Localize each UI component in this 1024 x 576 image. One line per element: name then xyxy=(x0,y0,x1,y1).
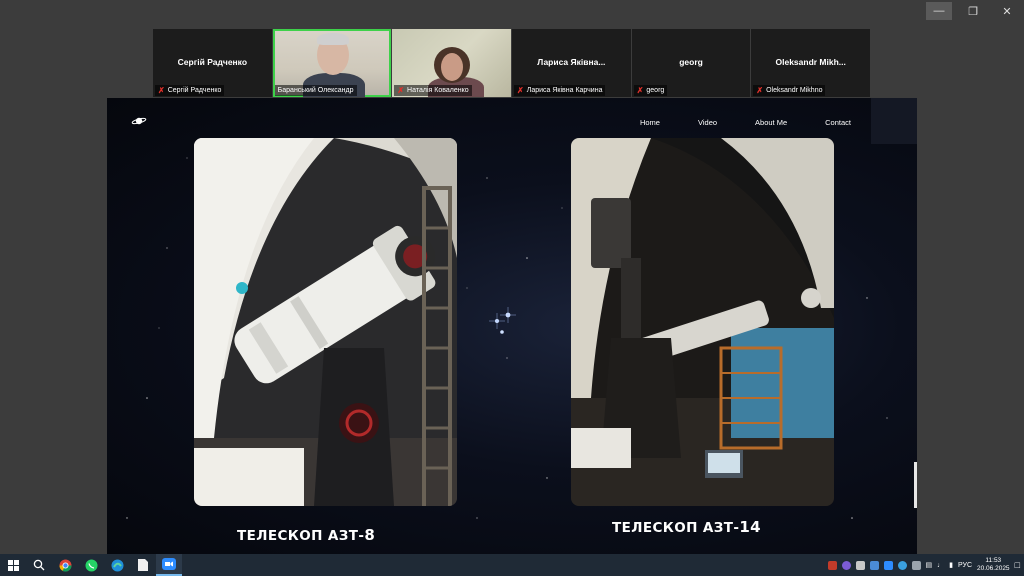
participant-caption: Баранський Олександр xyxy=(274,85,357,96)
telescope-azt14-photo xyxy=(571,138,834,506)
participant-caption-text: Баранський Олександр xyxy=(277,87,354,94)
telegram-icon[interactable] xyxy=(897,560,907,570)
clock[interactable]: 11:53 20.06.2025 xyxy=(977,557,1010,573)
nav-contact[interactable]: Contact xyxy=(825,118,851,127)
participant-tile[interactable]: Oleksandr Mikh... ✗ Oleksandr Mikhno xyxy=(751,29,871,97)
network-icon[interactable]: ▤ xyxy=(926,561,933,569)
tray-app-icon[interactable] xyxy=(869,560,879,570)
zoom-tray-icon[interactable] xyxy=(883,560,893,570)
participant-strip: Сергій Радченко ✗ Сергій Радченко Баранс… xyxy=(153,29,871,97)
participant-name: Oleksandr Mikh... xyxy=(775,57,846,67)
file-icon[interactable] xyxy=(130,554,156,576)
tray-app-icon[interactable] xyxy=(827,560,837,570)
shared-screen: Home Video About Me Contact ТЕЛЕСКОП АЗТ… xyxy=(107,98,917,554)
participant-tile[interactable]: georg ✗ georg xyxy=(631,29,751,97)
restore-icon[interactable]: ❐ xyxy=(956,0,990,22)
nav-video[interactable]: Video xyxy=(698,118,717,127)
participant-tile[interactable]: Лариса Яківна... ✗ Лариса Яківна Карчина xyxy=(512,29,631,97)
tray-app-icon[interactable] xyxy=(911,560,921,570)
participant-tile-active[interactable]: Баранський Олександр xyxy=(272,29,392,97)
viber-icon[interactable] xyxy=(841,560,851,570)
participant-caption: ✗ Oleksandr Mikhno xyxy=(753,85,826,96)
windows-taskbar: ▤ ♩ ▮ РУС 11:53 20.06.2025 □ xyxy=(0,554,1024,576)
site-nav: Home Video About Me Contact xyxy=(640,118,851,127)
minimize-icon[interactable]: — xyxy=(926,2,952,20)
participant-caption-text: Наталія Коваленко xyxy=(407,87,469,94)
caption-prefix: ТЕЛЕСКОП АЗТ- xyxy=(612,520,740,536)
participant-name: georg xyxy=(679,57,703,67)
volume-icon[interactable]: ♩ xyxy=(937,562,944,569)
participant-caption: ✗ Сергій Радченко xyxy=(155,85,225,96)
language-indicator[interactable]: РУС xyxy=(958,562,972,569)
participant-caption: ✗ Наталія Коваленко xyxy=(394,85,472,96)
edge-icon[interactable] xyxy=(104,554,130,576)
caption-number: 8 xyxy=(364,526,376,544)
mic-muted-icon: ✗ xyxy=(517,86,524,95)
participant-caption: ✗ georg xyxy=(633,85,668,96)
mic-muted-icon: ✗ xyxy=(397,86,405,95)
participant-caption-text: Лариса Яківна Карчина xyxy=(526,87,603,94)
mic-muted-icon: ✗ xyxy=(636,86,644,95)
participant-caption-text: Сергій Радченко xyxy=(167,87,222,94)
participant-name: Лариса Яківна... xyxy=(537,57,606,67)
telescope-azt8-photo xyxy=(194,138,457,506)
saturn-logo-icon[interactable] xyxy=(131,115,147,127)
search-icon[interactable] xyxy=(26,554,52,576)
clock-date: 20.06.2025 xyxy=(977,565,1010,572)
window-controls: — ❐ ✕ xyxy=(922,0,1024,22)
clock-time: 11:53 xyxy=(985,557,1002,564)
caption-number: 14 xyxy=(739,518,762,536)
tray-app-icon[interactable] xyxy=(855,560,865,570)
chrome-icon[interactable] xyxy=(52,554,78,576)
participant-caption-text: georg xyxy=(646,87,665,94)
nav-home[interactable]: Home xyxy=(640,118,660,127)
start-windows-icon[interactable] xyxy=(0,554,26,576)
telescope-azt8-caption: ТЕЛЕСКОП АЗТ-8 xyxy=(237,526,375,544)
notification-icon[interactable]: □ xyxy=(1015,560,1020,570)
battery-icon[interactable]: ▮ xyxy=(949,561,953,569)
participant-tile[interactable]: ✗ Наталія Коваленко xyxy=(392,29,512,97)
participant-caption-text: Oleksandr Mikhno xyxy=(766,87,823,94)
caption-prefix: ТЕЛЕСКОП АЗТ- xyxy=(237,528,365,544)
page-scrollbar[interactable] xyxy=(914,462,917,508)
close-icon[interactable]: ✕ xyxy=(990,0,1024,22)
page-edge xyxy=(871,98,917,144)
participant-caption: ✗ Лариса Яківна Карчина xyxy=(514,85,606,96)
whatsapp-icon[interactable] xyxy=(78,554,104,576)
mic-muted-icon: ✗ xyxy=(756,86,764,95)
mic-muted-icon: ✗ xyxy=(158,86,165,95)
telescope-azt14-caption: ТЕЛЕСКОП АЗТ-14 xyxy=(612,518,761,536)
nav-about-me[interactable]: About Me xyxy=(755,118,787,127)
participant-tile[interactable]: Сергій Радченко ✗ Сергій Радченко xyxy=(153,29,272,97)
zoom-icon[interactable] xyxy=(156,554,182,576)
participant-name: Сергій Радченко xyxy=(177,57,248,67)
system-tray: ▤ ♩ ▮ РУС 11:53 20.06.2025 □ xyxy=(827,554,1020,576)
